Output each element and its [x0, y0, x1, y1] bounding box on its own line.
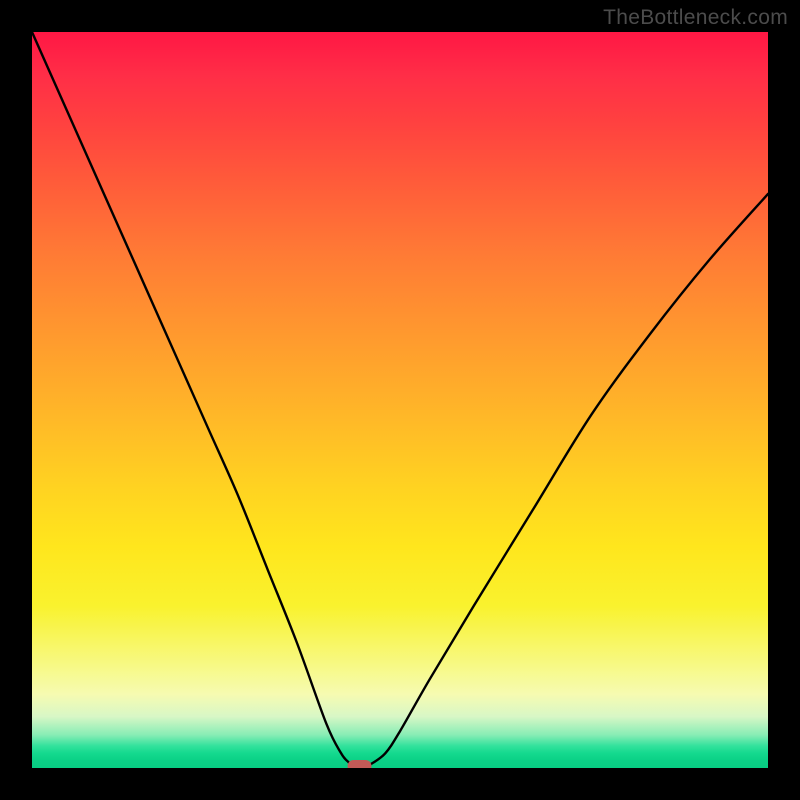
curve-layer — [32, 32, 768, 768]
outer-frame: TheBottleneck.com — [0, 0, 800, 800]
bottleneck-curve — [32, 32, 768, 768]
watermark-text: TheBottleneck.com — [603, 6, 788, 30]
bottleneck-marker — [348, 760, 372, 768]
plot-area — [32, 32, 768, 768]
